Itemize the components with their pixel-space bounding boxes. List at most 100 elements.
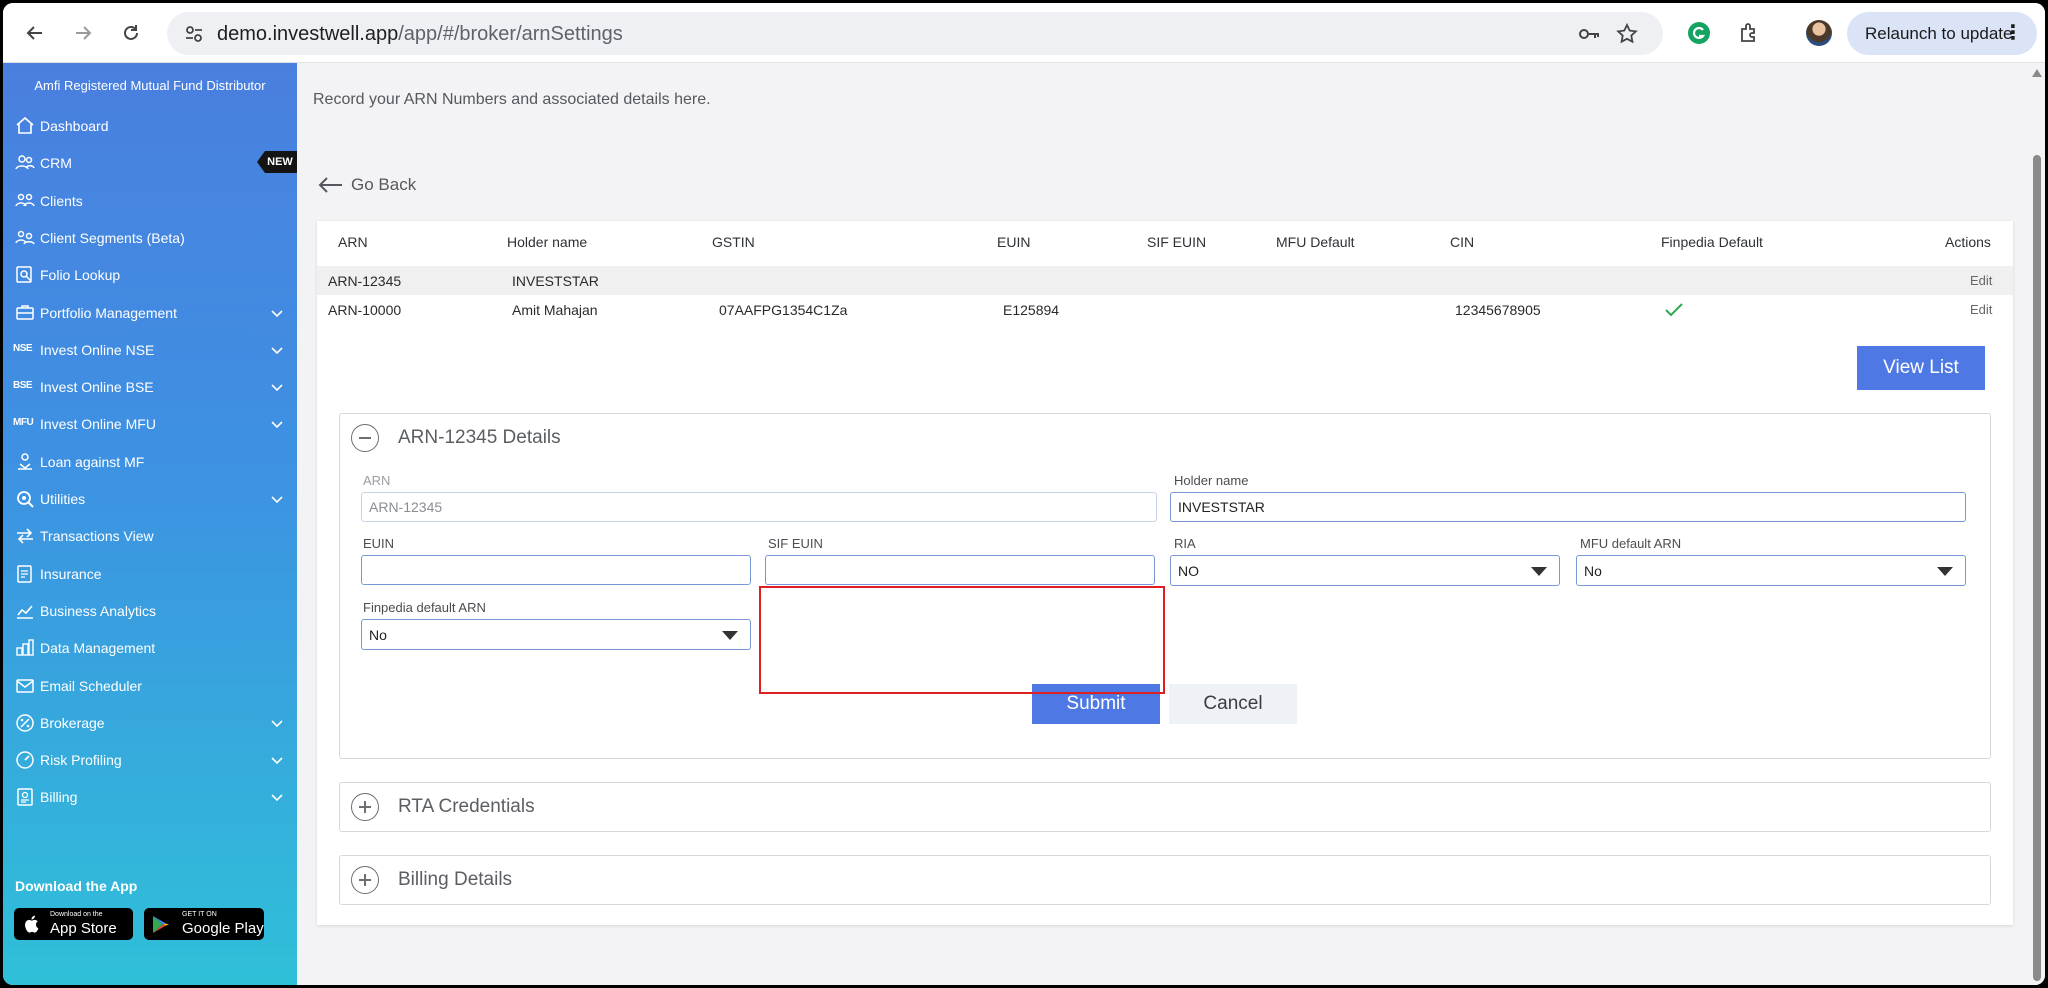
relaunch-label: Relaunch to update bbox=[1865, 23, 2013, 43]
sidebar-item-folio-lookup[interactable]: Folio Lookup bbox=[3, 260, 297, 290]
collapse-icon[interactable] bbox=[351, 424, 379, 452]
euin-label: EUIN bbox=[363, 536, 395, 551]
loan-icon bbox=[15, 453, 35, 471]
bse-tag-icon: BSE bbox=[13, 380, 33, 391]
clients-icon bbox=[15, 192, 35, 210]
sidebar-item-portfolio-management[interactable]: Portfolio Management bbox=[3, 298, 297, 328]
segments-icon bbox=[15, 229, 35, 247]
sidebar-item-data-management[interactable]: Data Management bbox=[3, 633, 297, 663]
folio-icon bbox=[15, 266, 35, 284]
edit-link[interactable]: Edit bbox=[1970, 273, 1992, 288]
scrollbar-thumb[interactable] bbox=[2033, 155, 2041, 981]
password-key-icon[interactable] bbox=[1577, 22, 1601, 46]
edit-link[interactable]: Edit bbox=[1970, 302, 1992, 317]
sidebar-item-dashboard[interactable]: Dashboard bbox=[3, 111, 297, 141]
sidebar-item-invest-online-nse[interactable]: NSE Invest Online NSE bbox=[3, 335, 297, 365]
col-header-euin: EUIN bbox=[997, 234, 1031, 250]
go-back-link[interactable]: Go Back bbox=[317, 175, 416, 195]
euin-input[interactable] bbox=[361, 555, 751, 585]
holder-name-input[interactable]: INVESTSTAR bbox=[1170, 492, 1966, 522]
grammarly-icon[interactable] bbox=[1685, 19, 1713, 47]
col-header-gstin: GSTIN bbox=[712, 234, 755, 250]
home-icon bbox=[15, 116, 35, 135]
chevron-down-icon bbox=[271, 347, 283, 355]
chevron-down-icon bbox=[271, 384, 283, 392]
back-icon[interactable] bbox=[17, 15, 53, 51]
percent-icon bbox=[15, 714, 35, 732]
sidebar-item-invest-online-mfu[interactable]: MFU Invest Online MFU bbox=[3, 409, 297, 439]
details-panel-title: ARN-12345 Details bbox=[398, 427, 561, 448]
sidebar-item-label: Utilities bbox=[40, 491, 86, 507]
cell-arn: ARN-10000 bbox=[328, 302, 402, 318]
expand-icon[interactable] bbox=[351, 866, 379, 894]
cancel-button[interactable]: Cancel bbox=[1169, 684, 1297, 724]
reload-icon[interactable] bbox=[113, 15, 149, 51]
mfu-default-arn-select[interactable]: No bbox=[1576, 555, 1966, 586]
arn-label: ARN bbox=[363, 473, 391, 488]
sidebar-item-label: Invest Online BSE bbox=[40, 379, 154, 395]
sidebar-item-brokerage[interactable]: Brokerage bbox=[3, 708, 297, 738]
expand-icon[interactable] bbox=[351, 793, 379, 821]
sidebar-item-label: Business Analytics bbox=[40, 603, 156, 619]
analytics-icon bbox=[15, 602, 35, 620]
table-row: ARN-10000 Amit Mahajan 07AAFPG1354C1Za E… bbox=[317, 295, 2013, 324]
dropdown-caret-icon bbox=[1937, 567, 1953, 576]
billing-icon bbox=[15, 788, 35, 806]
sidebar-item-label: Invest Online NSE bbox=[40, 342, 155, 358]
sidebar-item-label: Data Management bbox=[40, 640, 156, 656]
transfer-icon bbox=[15, 527, 35, 545]
sidebar-item-insurance[interactable]: Insurance bbox=[3, 559, 297, 589]
finpedia-default-arn-select[interactable]: No bbox=[361, 619, 751, 650]
address-bar[interactable]: demo.investwell.app/app/#/broker/arnSett… bbox=[167, 12, 1663, 55]
mfu-tag-icon: MFU bbox=[13, 417, 34, 428]
relaunch-button[interactable]: Relaunch to update ⋮ bbox=[1847, 12, 2037, 55]
sidebar-item-label: Invest Online MFU bbox=[40, 416, 156, 432]
app-store-button[interactable]: Download on the App Store bbox=[14, 908, 133, 940]
sidebar-item-invest-online-bse[interactable]: BSE Invest Online BSE bbox=[3, 372, 297, 402]
billing-panel-title: Billing Details bbox=[398, 869, 513, 890]
profile-avatar[interactable] bbox=[1806, 20, 1832, 46]
sidebar-item-risk-profiling[interactable]: Risk Profiling bbox=[3, 745, 297, 775]
sif-euin-input[interactable] bbox=[765, 555, 1155, 585]
sidebar-item-loan-against-mf[interactable]: Loan against MF bbox=[3, 447, 297, 477]
scrollbar-track[interactable] bbox=[2029, 63, 2045, 985]
chevron-down-icon bbox=[271, 421, 283, 429]
arrow-left-icon bbox=[318, 177, 342, 193]
sidebar-item-label: Insurance bbox=[40, 566, 102, 582]
cell-holder-name: INVESTSTAR bbox=[512, 273, 599, 289]
sidebar-item-clients[interactable]: Clients bbox=[3, 186, 297, 216]
more-menu-icon[interactable]: ⋮ bbox=[2003, 20, 2023, 45]
finpedia-default-value: No bbox=[369, 627, 387, 643]
site-settings-icon[interactable] bbox=[183, 23, 205, 45]
sidebar-item-crm[interactable]: CRM bbox=[3, 148, 297, 178]
ria-value: NO bbox=[1178, 563, 1199, 579]
app-store-label: App Store bbox=[50, 920, 117, 937]
sidebar-item-billing[interactable]: Billing bbox=[3, 782, 297, 812]
sidebar-item-label: Dashboard bbox=[40, 118, 109, 134]
sidebar-item-transactions-view[interactable]: Transactions View bbox=[3, 521, 297, 551]
ria-select[interactable]: NO bbox=[1170, 555, 1560, 586]
forward-icon[interactable] bbox=[65, 15, 101, 51]
go-back-label: Go Back bbox=[351, 175, 417, 194]
scroll-up-icon[interactable] bbox=[2032, 69, 2042, 77]
rta-credentials-panel[interactable]: RTA Credentials bbox=[339, 782, 1991, 832]
utilities-icon bbox=[15, 490, 35, 508]
insurance-icon bbox=[15, 565, 35, 583]
sidebar-item-email-scheduler[interactable]: Email Scheduler bbox=[3, 671, 297, 701]
gauge-icon bbox=[15, 751, 35, 769]
sidebar-item-business-analytics[interactable]: Business Analytics bbox=[3, 596, 297, 626]
bookmark-star-icon[interactable] bbox=[1615, 22, 1639, 46]
page-intro: Record your ARN Numbers and associated d… bbox=[313, 91, 711, 108]
view-list-button[interactable]: View List bbox=[1857, 346, 1985, 390]
billing-details-panel[interactable]: Billing Details bbox=[339, 855, 1991, 905]
sidebar: Amfi Registered Mutual Fund Distributor … bbox=[3, 63, 297, 985]
sif-euin-highlight-box bbox=[759, 586, 1165, 694]
sidebar-item-utilities[interactable]: Utilities bbox=[3, 484, 297, 514]
arn-card: ARN Holder name GSTIN EUIN SIF EUIN MFU … bbox=[317, 221, 2013, 925]
sidebar-item-label: Client Segments (Beta) bbox=[40, 230, 185, 246]
sidebar-item-label: Email Scheduler bbox=[40, 678, 142, 694]
checkmark-icon bbox=[1665, 303, 1683, 317]
google-play-button[interactable]: GET IT ON Google Play bbox=[144, 908, 264, 940]
sidebar-item-client-segments-beta[interactable]: Client Segments (Beta) bbox=[3, 223, 297, 253]
extensions-icon[interactable] bbox=[1735, 19, 1763, 47]
